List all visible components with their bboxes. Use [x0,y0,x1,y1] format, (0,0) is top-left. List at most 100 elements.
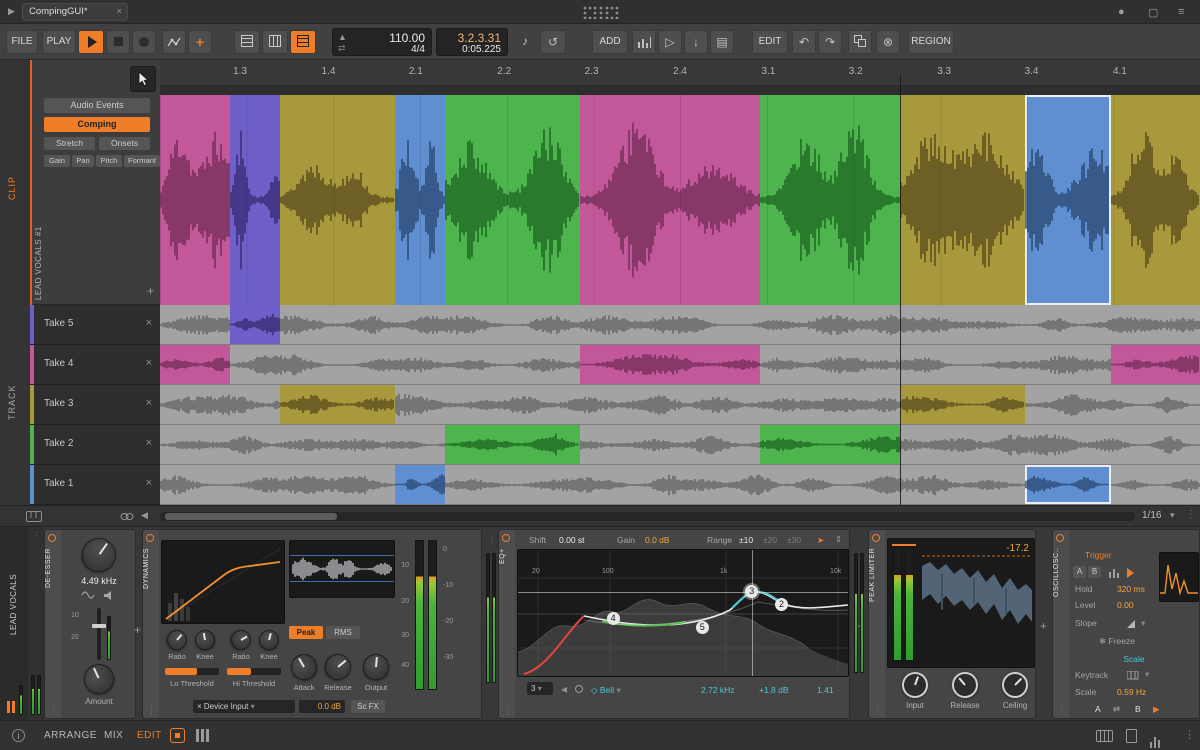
frequency-knob[interactable] [75,531,123,579]
band-freq-value[interactable]: 2.72 kHz [701,685,735,695]
ab-b-button[interactable]: B [1135,704,1141,714]
track-section-label[interactable]: TRACK [7,360,17,420]
scope-header[interactable]: OSCILLOSC.. ⋮ [1053,530,1069,718]
options-dots-icon[interactable]: ⋮ [1186,509,1196,520]
more-dots-icon[interactable]: ⋮ [1184,728,1195,741]
range-20[interactable]: ±20 [763,535,777,545]
playback-follow-button[interactable]: ▷ [658,30,682,54]
amount-knob[interactable] [79,659,119,699]
take-label-row[interactable]: Take 4 × [30,345,160,385]
slope-caret-icon[interactable]: ▾ [1141,618,1145,629]
grid-caret-icon[interactable]: ▾ [1170,510,1175,521]
pointer-tool-button[interactable] [130,66,156,92]
keyboard-icon[interactable] [26,511,42,522]
device-de-esser[interactable]: DE-ESSER ⋮ 4.49 kHz 10 20 Amount [44,529,136,719]
comp-segment[interactable] [1025,95,1111,305]
shift-value[interactable]: 0.00 st [559,535,585,545]
comp-segment[interactable] [279,95,396,305]
comp-segment[interactable] [900,95,1026,305]
tempo-value[interactable]: 110.00 [389,31,425,45]
channel-pause-icon[interactable] [7,701,10,713]
sidechain-gain-value[interactable]: 0.0 dB [299,700,345,713]
take-segment[interactable] [900,385,1026,424]
take-segment[interactable] [760,425,901,464]
power-icon[interactable] [146,534,154,542]
tab-stretch[interactable]: Stretch [44,137,95,150]
channel-column[interactable]: LEAD VOCALS [0,527,28,721]
freeze-row[interactable]: ❄ Freeze [1099,636,1135,647]
levels-icon[interactable] [1150,730,1162,748]
record-button[interactable] [132,30,156,54]
eq-header[interactable]: EQ+ ⋮ [499,530,515,718]
compressor-curve-display[interactable] [161,540,285,624]
time-signature-value[interactable]: 4/4 [411,44,425,55]
band-gain-value[interactable]: +1.8 dB [759,685,789,695]
take-segment[interactable] [160,345,230,384]
edit-button[interactable]: EDIT [752,30,788,54]
lanes-icon[interactable] [196,729,210,742]
scale-value[interactable]: 0.59 Hz [1117,687,1146,697]
link-icon[interactable] [120,512,134,521]
range-10[interactable]: ±10 [739,535,753,545]
comp-segment[interactable] [229,95,280,305]
sc-fx-button[interactable]: Sc FX [351,700,385,713]
eq-band-handle[interactable]: 5 [695,621,709,635]
window-restore-icon[interactable]: ▢ [1148,6,1158,19]
comp-segment[interactable] [395,95,445,305]
delete-take-icon[interactable]: × [146,317,152,329]
comp-segment[interactable] [580,95,761,305]
slope-icon[interactable] [1127,620,1135,628]
detail-panel-button[interactable]: ▤ [710,30,734,54]
delete-take-icon[interactable]: × [146,477,152,489]
drag-handle-icon[interactable]: ⋮ [873,705,882,716]
view-edit-tab[interactable]: EDIT [137,730,162,741]
ab-a-button[interactable]: A [1095,704,1101,714]
take-segment[interactable] [395,465,445,504]
fader-thumb[interactable] [92,624,106,628]
position-value[interactable]: 3.2.3.31 [458,31,501,45]
scope-display[interactable] [1159,552,1199,602]
band-select[interactable]: 3 ▾ [527,682,553,695]
hold-value[interactable]: 320 ms [1117,584,1145,594]
insert-device-plus-3[interactable]: + [1040,619,1047,633]
take-label-row[interactable]: Take 5 × [30,305,160,345]
drag-dots-icon[interactable]: ⋮ [488,535,496,544]
panel-toggle-mix-button[interactable] [262,30,288,54]
add-comp-lane-button[interactable]: + [147,284,154,298]
add-button[interactable]: ADD [592,30,628,54]
notes-page-icon[interactable] [1126,729,1137,743]
insert-device-plus[interactable]: + [134,623,141,637]
virtual-keyboard-icon[interactable] [1096,730,1113,742]
file-button[interactable]: FILE [6,30,38,54]
comp-segment[interactable] [760,95,901,305]
limiter-display[interactable]: -17.2 [887,538,1035,668]
quantize-button[interactable]: ♪ [514,30,536,54]
automation-write-button[interactable] [162,30,186,54]
input-knob[interactable] [898,668,932,702]
gain-value[interactable]: 0.0 dB [645,535,670,545]
band-power-icon[interactable] [575,685,583,693]
chip-pitch[interactable]: Pitch [96,155,122,167]
take-lane[interactable] [160,385,1200,425]
ratio-knob-lo[interactable] [162,625,192,655]
device-eq-plus[interactable]: EQ+ ⋮ Shift 0.00 st Gain 0.0 dB Range ±1… [498,529,850,719]
tab-audio-events[interactable]: Audio Events [44,98,150,113]
output-knob[interactable] [361,652,391,682]
delete-take-icon[interactable]: × [146,397,152,409]
device-dynamics[interactable]: DYNAMICS ⋮ Peak RMS Ratio Knee Ratio Kne… [142,529,482,719]
channel-pause-icon2[interactable] [12,701,15,713]
view-mix-tab[interactable]: MIX [104,730,123,741]
stop-button[interactable] [106,30,130,54]
dynamics-header[interactable]: DYNAMICS ⋮ [143,530,159,718]
comp-lane[interactable] [160,95,1200,305]
level-value[interactable]: 0.00 [1117,600,1134,610]
rms-mode-button[interactable]: RMS [326,626,360,639]
attack-knob[interactable] [286,649,322,685]
device-peak-limiter[interactable]: PEAK LIMITER ⋮ -17.2 Input Release Ceili… [868,529,1036,719]
region-button[interactable]: REGION [908,30,954,54]
grid-value-label[interactable]: 1/16 [1142,510,1161,521]
scrollbar-thumb[interactable] [165,513,337,520]
power-icon[interactable] [48,534,56,542]
delete-button[interactable]: ⊗ [876,30,900,54]
position-display[interactable]: 3.2.3.31 0:05.225 [436,28,508,56]
